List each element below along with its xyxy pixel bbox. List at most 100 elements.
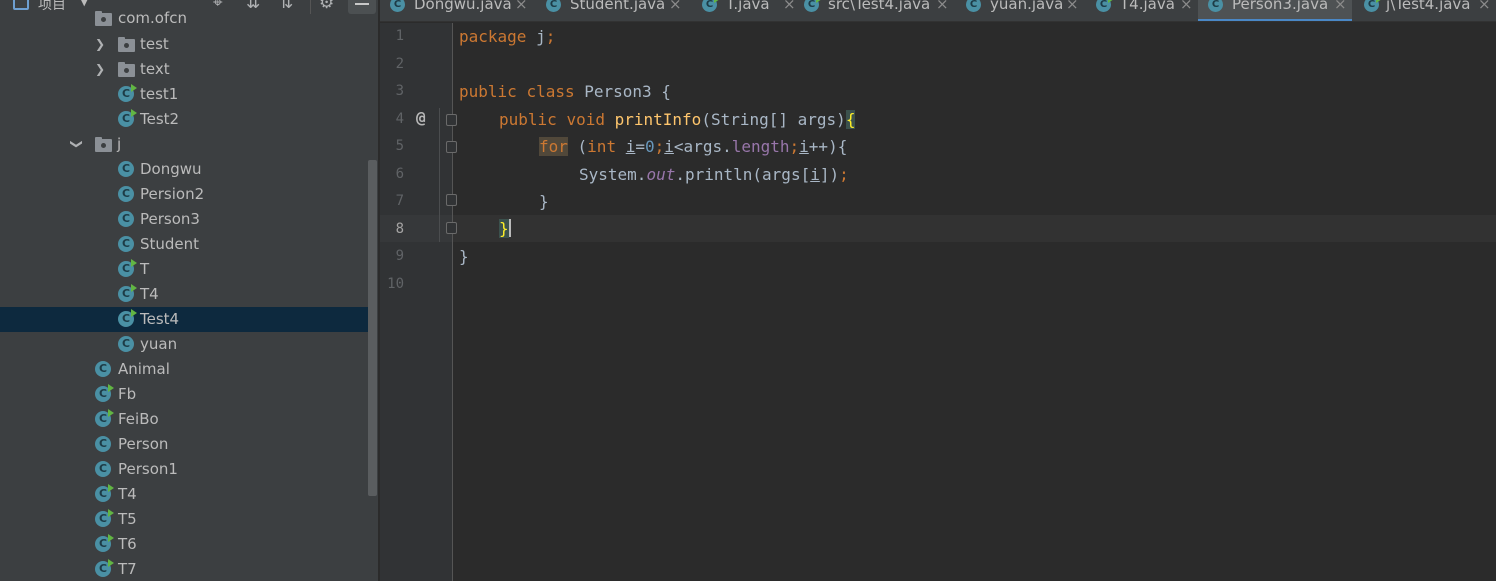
tree-item-yuan[interactable]: C yuan — [0, 332, 370, 357]
semicolon: ; — [545, 27, 556, 46]
tab-j-test4-java[interactable]: C j\Test4.java × — [1354, 0, 1496, 21]
tree-item-student[interactable]: C Student — [0, 232, 370, 257]
close-icon[interactable]: × — [1478, 0, 1491, 13]
tree-item-fb[interactable]: C Fb — [0, 382, 370, 407]
tab-student-java[interactable]: C Student.java × — [536, 0, 688, 21]
fold-icon[interactable] — [446, 222, 457, 234]
runnable-class-icon: C — [118, 259, 137, 277]
tree-item-cutoff[interactable]: com.ofcn — [0, 6, 370, 31]
variable: i — [625, 137, 636, 156]
tree-item-label: T4 — [140, 285, 159, 303]
close-icon[interactable]: × — [1180, 0, 1193, 13]
tree-item-t6[interactable]: C T6 — [0, 532, 370, 557]
matched-brace: { — [845, 110, 856, 129]
tree-item-t[interactable]: C T — [0, 257, 370, 282]
tree-item-test2[interactable]: C Test2 — [0, 107, 370, 132]
static-field: out — [646, 165, 676, 184]
runnable-class-icon: C — [1096, 0, 1114, 12]
tree-item-label: Test2 — [140, 110, 180, 128]
tree-item-label: FeiBo — [118, 410, 159, 428]
class-icon: C — [118, 336, 134, 352]
code-text: <args. — [673, 137, 732, 156]
line-number: 3 — [395, 83, 404, 99]
close-icon[interactable]: × — [669, 0, 682, 13]
tree-item-persion2[interactable]: C Persion2 — [0, 182, 370, 207]
tree-item-t4[interactable]: C T4 — [0, 282, 370, 307]
number: 0 — [645, 137, 655, 156]
keyword: int — [587, 137, 617, 156]
code-line-7: } — [539, 188, 549, 215]
class-icon: C — [118, 211, 134, 227]
tree-item-test1[interactable]: C test1 — [0, 82, 370, 107]
close-icon[interactable]: × — [936, 0, 949, 13]
chevron-right-icon[interactable]: ❯ — [95, 63, 105, 75]
tree-item-label: j — [117, 135, 122, 153]
tab-dongwu-java[interactable]: C Dongwu.java × — [380, 0, 532, 21]
semicolon: ; — [789, 137, 800, 156]
editor-gutter[interactable] — [380, 23, 452, 581]
tree-item-person[interactable]: C Person — [0, 432, 370, 457]
project-scrollbar[interactable] — [368, 160, 377, 496]
runnable-class-icon: C — [118, 309, 137, 327]
runnable-class-icon: C — [95, 534, 114, 552]
keyword: void — [566, 110, 605, 129]
field: length — [731, 137, 790, 156]
tree-item-test[interactable]: ❯ test — [0, 32, 370, 57]
close-icon[interactable]: × — [1066, 0, 1079, 13]
tree-item-label: Student — [140, 235, 200, 253]
tree-item-label: Person — [118, 435, 169, 453]
override-marker-icon[interactable]: @ — [416, 108, 426, 127]
runnable-class-icon: C — [95, 559, 114, 577]
tree-item-j[interactable]: ❯ j — [0, 132, 370, 157]
tab-t4-java[interactable]: C T4.java × — [1086, 0, 1198, 21]
tab-label: j\Test4.java — [1386, 0, 1471, 13]
tree-item-dongwu[interactable]: C Dongwu — [0, 157, 370, 182]
tree-item-label: Person1 — [118, 460, 178, 478]
tree-item-t5[interactable]: C T5 — [0, 507, 370, 532]
tree-item-label: Test4 — [140, 310, 180, 328]
tree-item-label: test1 — [140, 85, 179, 103]
fold-icon[interactable] — [446, 194, 457, 206]
class-icon: C — [118, 161, 134, 177]
keyword: public — [459, 82, 517, 101]
class-icon: C — [95, 436, 111, 452]
class-icon: C — [118, 236, 134, 252]
chevron-down-icon[interactable]: ❯ — [70, 139, 84, 149]
line-number: 2 — [395, 56, 404, 72]
chevron-right-icon[interactable]: ❯ — [95, 38, 105, 50]
tree-item-text[interactable]: ❯ text — [0, 57, 370, 82]
line-number: 9 — [395, 248, 404, 264]
semicolon: ; — [654, 137, 665, 156]
package-folder-icon — [118, 62, 135, 77]
tree-item-feibo[interactable]: C FeiBo — [0, 407, 370, 432]
tree-item-animal[interactable]: C Animal — [0, 357, 370, 382]
code-text: ]) — [819, 165, 840, 184]
code-text: = — [635, 137, 645, 156]
variable: i — [799, 137, 809, 156]
keyword: for — [539, 137, 568, 156]
tab-src-test4-java[interactable]: C src\Test4.java × — [794, 0, 956, 21]
close-icon[interactable]: × — [515, 0, 528, 13]
code-line-6: System.out.println(args[i]); — [579, 161, 849, 188]
tab-person3-java[interactable]: C Person3.java × — [1198, 0, 1352, 21]
current-line-highlight — [453, 215, 1496, 242]
line-number: 6 — [395, 166, 404, 182]
gutter-divider — [452, 23, 453, 581]
tree-item-person1[interactable]: C Person1 — [0, 457, 370, 482]
tree-item-label: T — [140, 260, 150, 278]
tree-item-test4[interactable]: C Test4 — [0, 307, 370, 332]
runnable-class-icon: C — [1364, 0, 1382, 12]
runnable-class-icon: C — [118, 84, 137, 102]
tree-item-person3[interactable]: C Person3 — [0, 207, 370, 232]
tree-item-t4-root[interactable]: C T4 — [0, 482, 370, 507]
tree-item-label: Dongwu — [140, 160, 202, 178]
fold-icon[interactable] — [446, 114, 457, 126]
project-panel: 项目 ▼ ⌖ ⇊ ⇅ ⚙ com.ofcn ❯ test ❯ text C te… — [0, 0, 378, 581]
tree-item-t7[interactable]: C T7 — [0, 557, 370, 581]
fold-icon[interactable] — [446, 141, 457, 153]
tab-yuan-java[interactable]: C yuan.java × — [956, 0, 1084, 21]
close-icon[interactable]: × — [1334, 0, 1347, 13]
tab-t-java[interactable]: C T.java × — [692, 0, 800, 21]
code-text: } — [459, 247, 469, 266]
package-folder-icon — [118, 37, 135, 52]
